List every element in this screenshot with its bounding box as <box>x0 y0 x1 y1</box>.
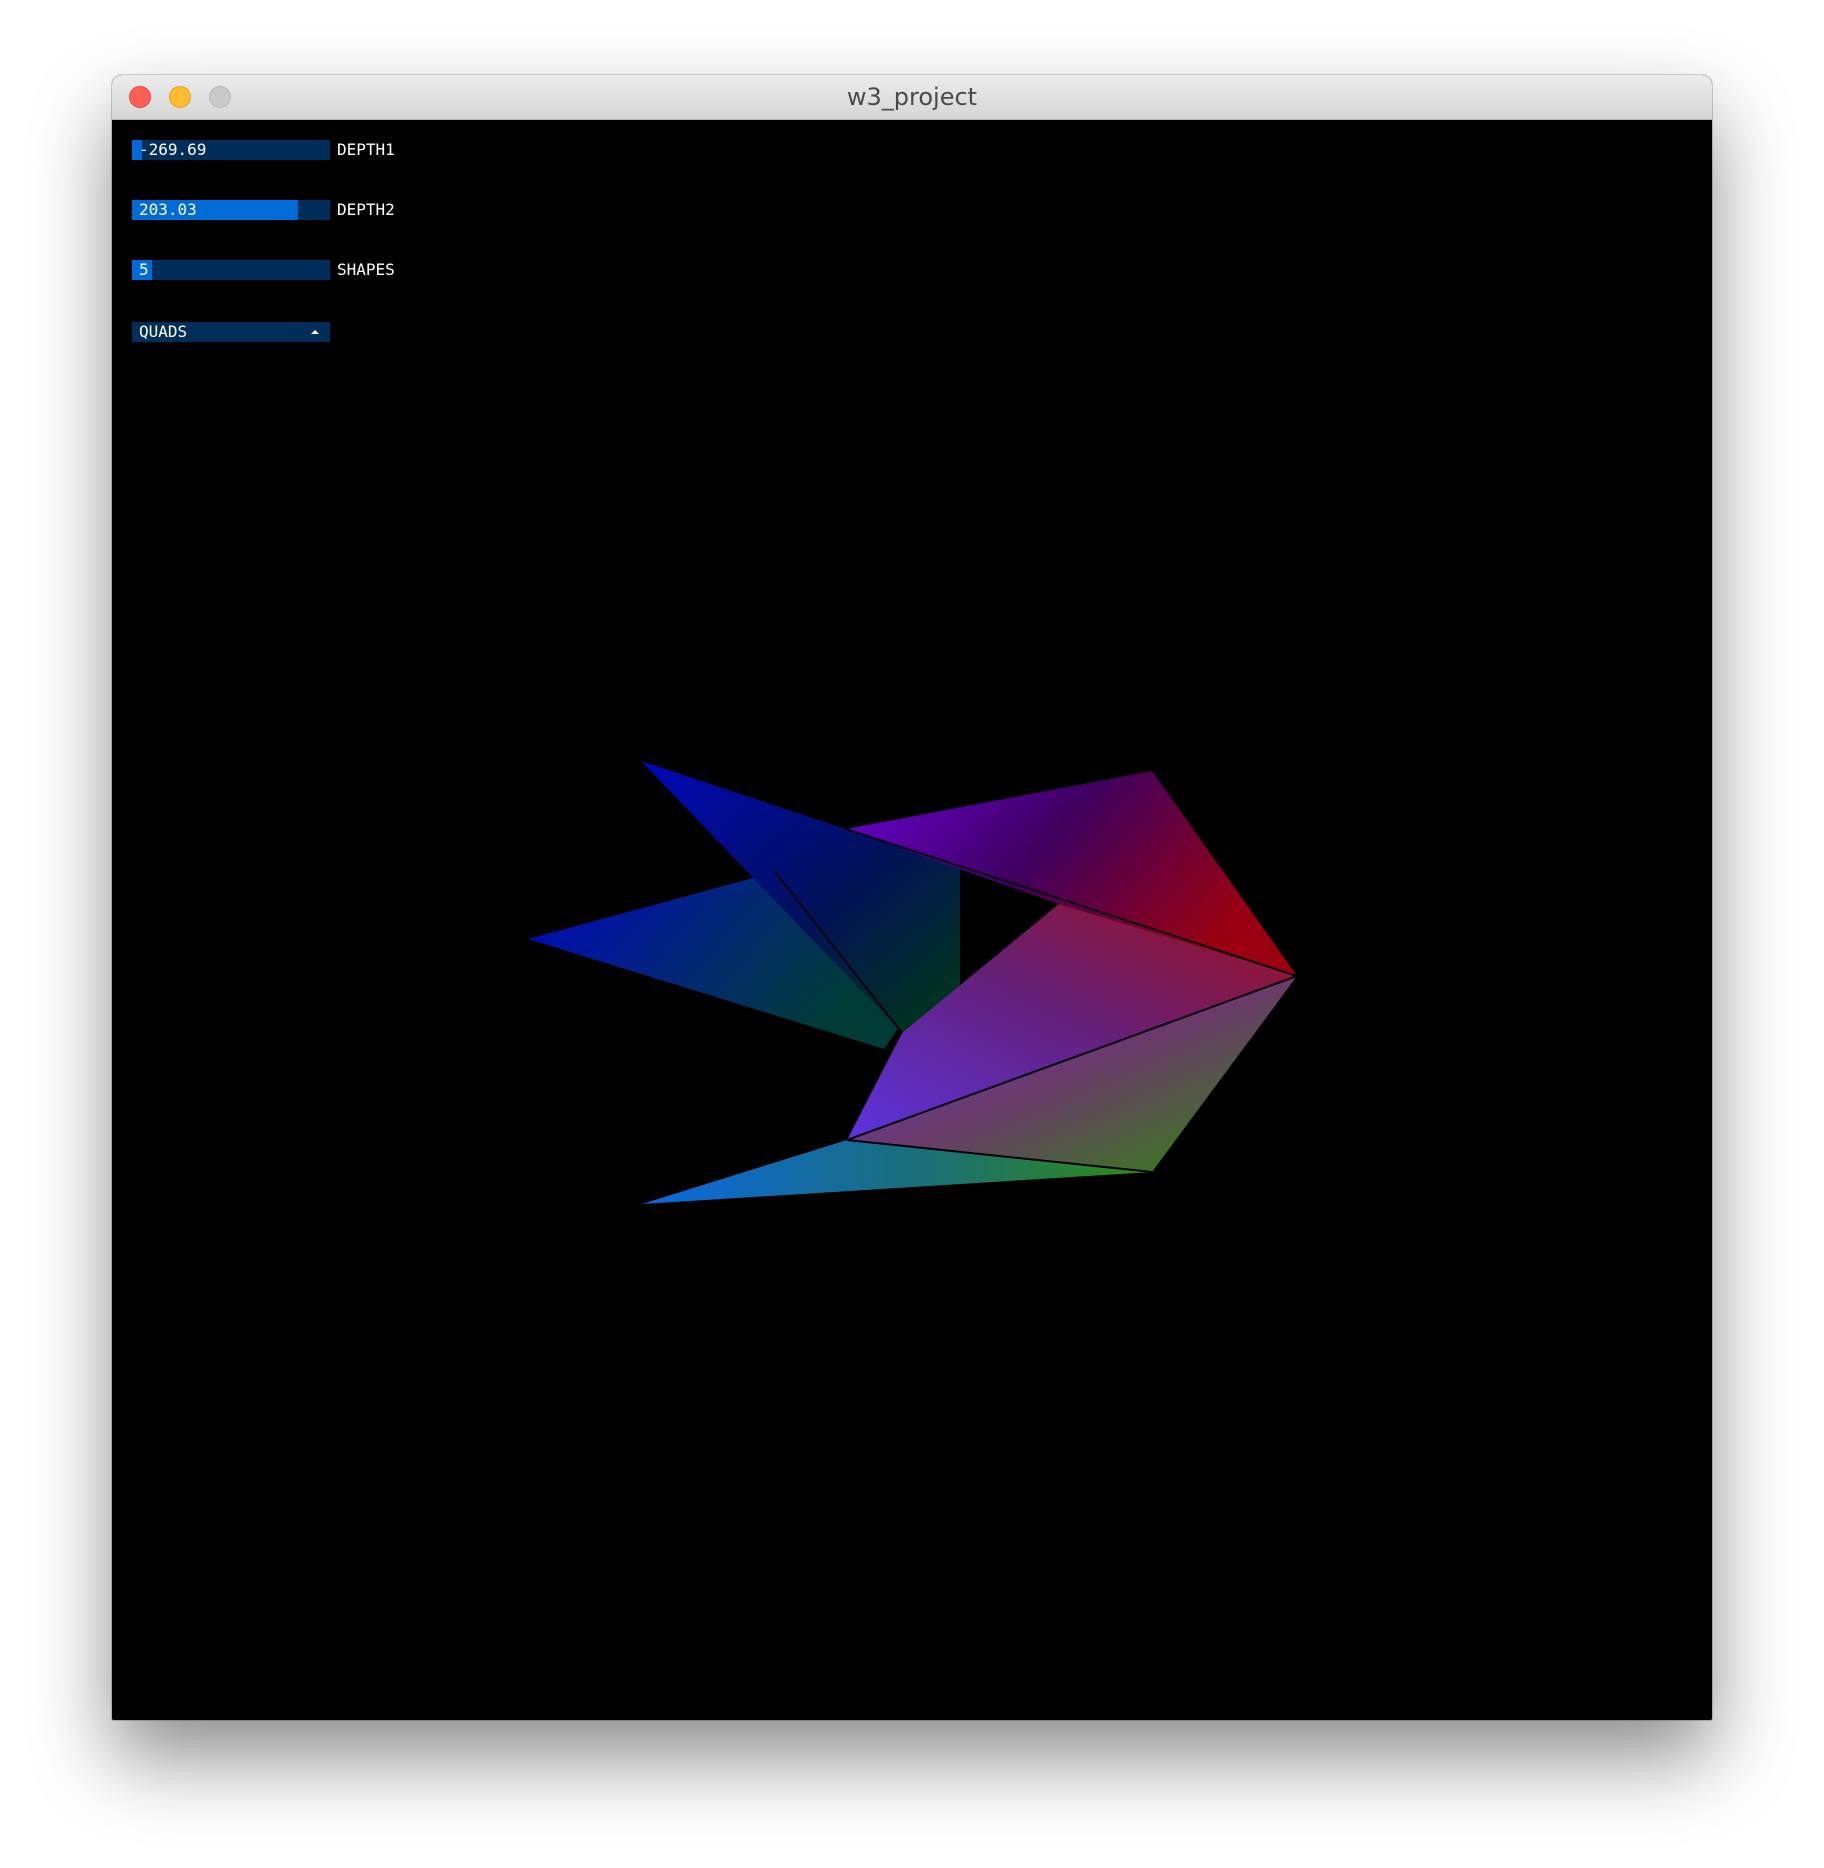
shapes-slider[interactable]: 5 <box>132 260 330 280</box>
app-window: w3_project -269.69 DEPTH1 203.03 DEPTH2 … <box>112 75 1712 1720</box>
title-bar[interactable]: w3_project <box>112 75 1712 120</box>
chevron-up-icon <box>311 330 319 334</box>
render-canvas[interactable]: -269.69 DEPTH1 203.03 DEPTH2 5 SHAPES QU… <box>112 120 1712 1720</box>
shapes-value: 5 <box>139 260 149 279</box>
depth1-slider[interactable]: -269.69 <box>132 140 330 160</box>
shapes-label: SHAPES <box>337 260 395 279</box>
depth2-slider[interactable]: 203.03 <box>132 200 330 220</box>
depth2-value: 203.03 <box>139 200 197 219</box>
depth2-label: DEPTH2 <box>337 200 395 219</box>
depth1-label: DEPTH1 <box>337 140 395 159</box>
mode-dropdown-value: QUADS <box>139 322 188 341</box>
window-title: w3_project <box>846 83 978 111</box>
geometry-scene <box>528 761 1298 1204</box>
depth1-value: -269.69 <box>139 140 207 159</box>
mode-dropdown[interactable]: QUADS <box>132 322 330 342</box>
